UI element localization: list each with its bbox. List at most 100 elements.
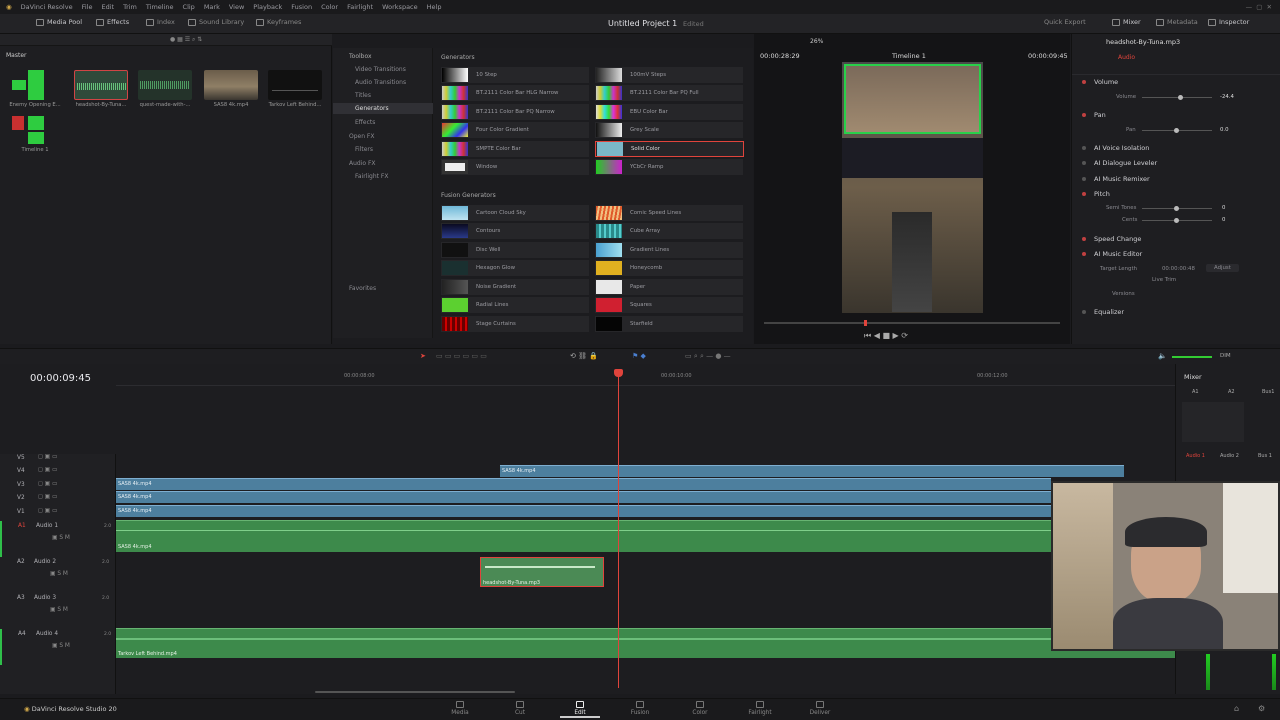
tree-audio-transitions[interactable]: Audio Transitions <box>355 79 406 86</box>
volume-slider[interactable] <box>1142 95 1212 100</box>
tree-generators[interactable]: Generators <box>333 103 433 114</box>
clip-thumb-headshot[interactable] <box>74 70 128 100</box>
track-header-a2[interactable]: A2 Audio 2 2.0 ▣ S M <box>0 557 116 593</box>
track-header-a1[interactable]: A1 Audio 1 2.0 ▣ S M <box>0 521 116 557</box>
track-rsm-icons[interactable]: ▣ S M <box>52 643 70 649</box>
gen-item[interactable]: SMPTE Color Bar <box>441 141 589 157</box>
gen-item[interactable]: 100mV Steps <box>595 67 743 83</box>
fusion-item[interactable]: Starfield <box>595 316 743 332</box>
viewer-scrubber[interactable] <box>764 320 1060 326</box>
pan-knob[interactable] <box>1174 128 1179 133</box>
master-volume-slider[interactable] <box>1172 356 1212 358</box>
menu-app[interactable]: DaVinci Resolve <box>21 3 73 11</box>
enabled-dot-icon[interactable] <box>1082 237 1086 241</box>
video-clip-v4[interactable]: SAS8 4k.mp4 <box>500 465 1124 477</box>
metadata-button[interactable]: Metadata <box>1156 18 1198 26</box>
edit-tools-icons[interactable]: ▭ ▭ ▭ ▭ ▭ ▭ <box>436 352 487 360</box>
page-edit-active[interactable]: Edit <box>560 701 600 718</box>
gen-item[interactable]: BT.2111 Color Bar PQ Narrow <box>441 104 589 120</box>
fusion-item[interactable]: Contours <box>441 223 589 239</box>
keyframes-button[interactable]: Keyframes <box>256 18 301 26</box>
fusion-item[interactable]: Hexagon Glow <box>441 260 589 276</box>
tree-video-transitions[interactable]: Video Transitions <box>355 66 406 73</box>
video-clip-v1[interactable]: SAS8 4k.mp4 <box>116 505 1051 517</box>
menu-workspace[interactable]: Workspace <box>382 3 418 11</box>
volume-knob[interactable] <box>1178 95 1183 100</box>
adjust-button[interactable]: Adjust <box>1206 264 1239 272</box>
zoom-level[interactable]: 26% <box>810 38 823 45</box>
semitones-knob[interactable] <box>1174 206 1179 211</box>
mixer-name-bus1[interactable]: Bus 1 <box>1258 453 1272 459</box>
track-controls-icons[interactable]: ◻ ▣ ▭ <box>38 481 57 487</box>
settings-gear-icon[interactable]: ⚙ <box>1258 704 1265 713</box>
volume-value[interactable]: -24.4 <box>1220 94 1234 100</box>
fusion-item[interactable]: Cube Array <box>595 223 743 239</box>
pitch-header[interactable]: Pitch <box>1082 190 1110 198</box>
fusion-item[interactable]: Comic Speed Lines <box>595 205 743 221</box>
cents-slider[interactable] <box>1142 218 1212 223</box>
menu-help[interactable]: Help <box>427 3 442 11</box>
zoom-icons[interactable]: ▭ ⌕ ⌕ — ● — <box>685 352 731 361</box>
menu-file[interactable]: File <box>82 3 93 11</box>
clip-thumb-enemy-opening[interactable] <box>8 70 62 100</box>
view-toggle-icon[interactable]: ● ▦ ☰ ⌕ ⇅ <box>170 36 202 44</box>
track-controls-icons[interactable]: ◻ ▣ ▭ <box>38 454 57 460</box>
fusion-item[interactable]: Paper <box>595 279 743 295</box>
speaker-icon[interactable]: 🔈 <box>1158 352 1167 360</box>
quick-export-button[interactable]: Quick Export <box>1044 18 1086 26</box>
viewer-frame[interactable] <box>842 62 983 313</box>
track-name[interactable]: Audio 2 <box>34 559 56 565</box>
inspector-button[interactable]: Inspector <box>1208 18 1249 26</box>
audio-clip-a4[interactable]: Tarkov Left Behind.mp4 <box>116 628 1051 658</box>
menu-fairlight[interactable]: Fairlight <box>347 3 373 11</box>
target-length-value[interactable]: 00:00:00:48 <box>1162 266 1195 272</box>
disabled-dot-icon[interactable] <box>1082 177 1086 181</box>
viewer-playhead[interactable] <box>864 320 867 326</box>
snapping-link-icons[interactable]: ⟲ ⛓ 🔒 <box>570 352 598 360</box>
page-fairlight[interactable]: Fairlight <box>740 701 780 716</box>
pan-header[interactable]: Pan <box>1082 111 1106 119</box>
equalizer-row[interactable]: Equalizer <box>1082 308 1124 316</box>
tab-audio[interactable]: Audio <box>1118 54 1135 61</box>
pan-value[interactable]: 0.0 <box>1220 127 1229 133</box>
bin-master[interactable]: Master <box>6 52 27 59</box>
mixer-name-audio1[interactable]: Audio 1 <box>1186 453 1205 459</box>
clip-thumb-quest[interactable] <box>138 70 192 100</box>
speed-change-row[interactable]: Speed Change <box>1082 235 1141 243</box>
pan-slider[interactable] <box>1142 128 1212 133</box>
video-clip-v2[interactable]: SAS8 4k.mp4 <box>116 491 1051 503</box>
media-pool-button[interactable]: Media Pool <box>36 18 82 26</box>
track-rsm-icons[interactable]: ▣ S M <box>50 571 68 577</box>
page-fusion[interactable]: Fusion <box>620 701 660 716</box>
timeline-ruler[interactable]: 00:00:08:00 00:00:10:00 00:00:12:00 <box>116 370 1175 386</box>
track-name[interactable]: Audio 3 <box>34 595 56 601</box>
enabled-dot-icon[interactable] <box>1082 113 1086 117</box>
timeline-scrollbar[interactable] <box>315 691 515 693</box>
music-remixer-row[interactable]: AI Music Remixer <box>1082 175 1150 183</box>
semitones-slider[interactable] <box>1142 206 1212 211</box>
window-controls[interactable]: — ▢ ✕ <box>1246 3 1272 11</box>
gen-item-solid-color-selected[interactable]: Solid Color <box>595 141 744 157</box>
menu-playback[interactable]: Playback <box>253 3 282 11</box>
fusion-item[interactable]: Stage Curtains <box>441 316 589 332</box>
page-color[interactable]: Color <box>680 701 720 716</box>
gen-item[interactable]: EBU Color Bar <box>595 104 743 120</box>
clip-thumb-tarkov[interactable] <box>268 70 322 100</box>
dim-button[interactable]: DIM <box>1220 353 1231 359</box>
mixer-strip-controls[interactable] <box>1182 402 1244 442</box>
tree-open-fx[interactable]: Open FX <box>349 133 375 140</box>
track-controls-icons[interactable]: ◻ ▣ ▭ <box>38 508 57 514</box>
audio-clip-a1[interactable]: SAS8 4k.mp4 <box>116 520 1051 552</box>
page-cut[interactable]: Cut <box>500 701 540 716</box>
timeline-name[interactable]: Timeline 1 <box>892 52 926 60</box>
fusion-item[interactable]: Noise Gradient <box>441 279 589 295</box>
gen-item[interactable]: YCbCr Ramp <box>595 159 743 175</box>
music-editor-row[interactable]: AI Music Editor <box>1082 250 1142 258</box>
disabled-dot-icon[interactable] <box>1082 146 1086 150</box>
track-rsm-icons[interactable]: ▣ S M <box>52 535 70 541</box>
disabled-dot-icon[interactable] <box>1082 161 1086 165</box>
menu-color[interactable]: Color <box>321 3 338 11</box>
flag-marker-icons[interactable]: ⚑ ◆ <box>632 352 646 360</box>
voice-isolation-row[interactable]: AI Voice Isolation <box>1082 144 1149 152</box>
mixer-name-audio2[interactable]: Audio 2 <box>1220 453 1239 459</box>
